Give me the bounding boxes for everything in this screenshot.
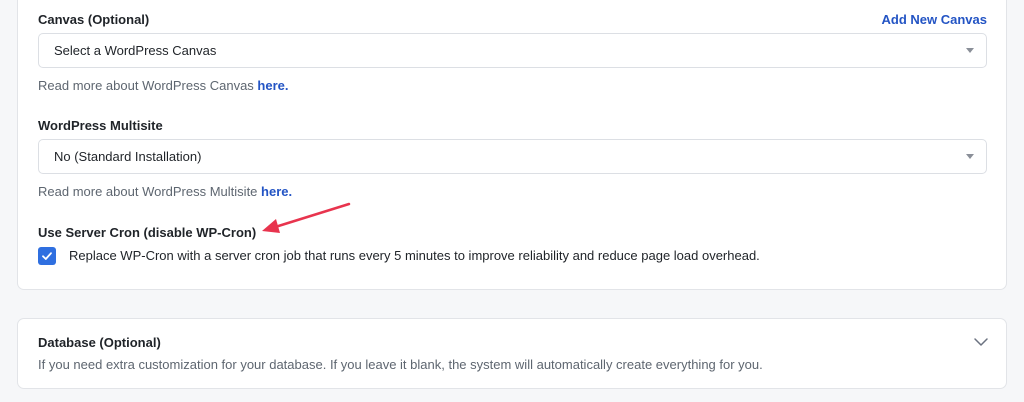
database-section-card[interactable] [17,318,1007,389]
database-section-title: Database (Optional) [38,335,161,350]
checkmark-icon [42,252,52,260]
server-cron-checkbox-label[interactable]: Replace WP-Cron with a server cron job t… [69,248,760,263]
add-new-canvas-link[interactable]: Add New Canvas [882,12,987,27]
canvas-help-link[interactable]: here. [257,78,288,93]
canvas-select[interactable]: Select a WordPress Canvas [38,33,987,68]
server-cron-checkbox[interactable] [38,247,56,265]
canvas-select-value: Select a WordPress Canvas [54,43,217,58]
multisite-help-link[interactable]: here. [261,184,292,199]
chevron-down-icon[interactable] [973,336,989,348]
annotation-arrow-icon [262,202,351,233]
canvas-help-text: Read more about WordPress Canvas here. [38,78,289,93]
multisite-select-value: No (Standard Installation) [54,149,202,164]
multisite-help-label: Read more about WordPress Multisite [38,184,262,199]
multisite-help-text: Read more about WordPress Multisite here… [38,184,292,199]
multisite-label: WordPress Multisite [38,118,163,133]
caret-down-icon [966,154,974,159]
multisite-select[interactable]: No (Standard Installation) [38,139,987,174]
database-section-description: If you need extra customization for your… [38,357,763,372]
canvas-help-label: Read more about WordPress Canvas [38,78,258,93]
caret-down-icon [966,48,974,53]
canvas-label: Canvas (Optional) [38,12,150,27]
server-cron-label: Use Server Cron (disable WP-Cron) [38,225,257,240]
